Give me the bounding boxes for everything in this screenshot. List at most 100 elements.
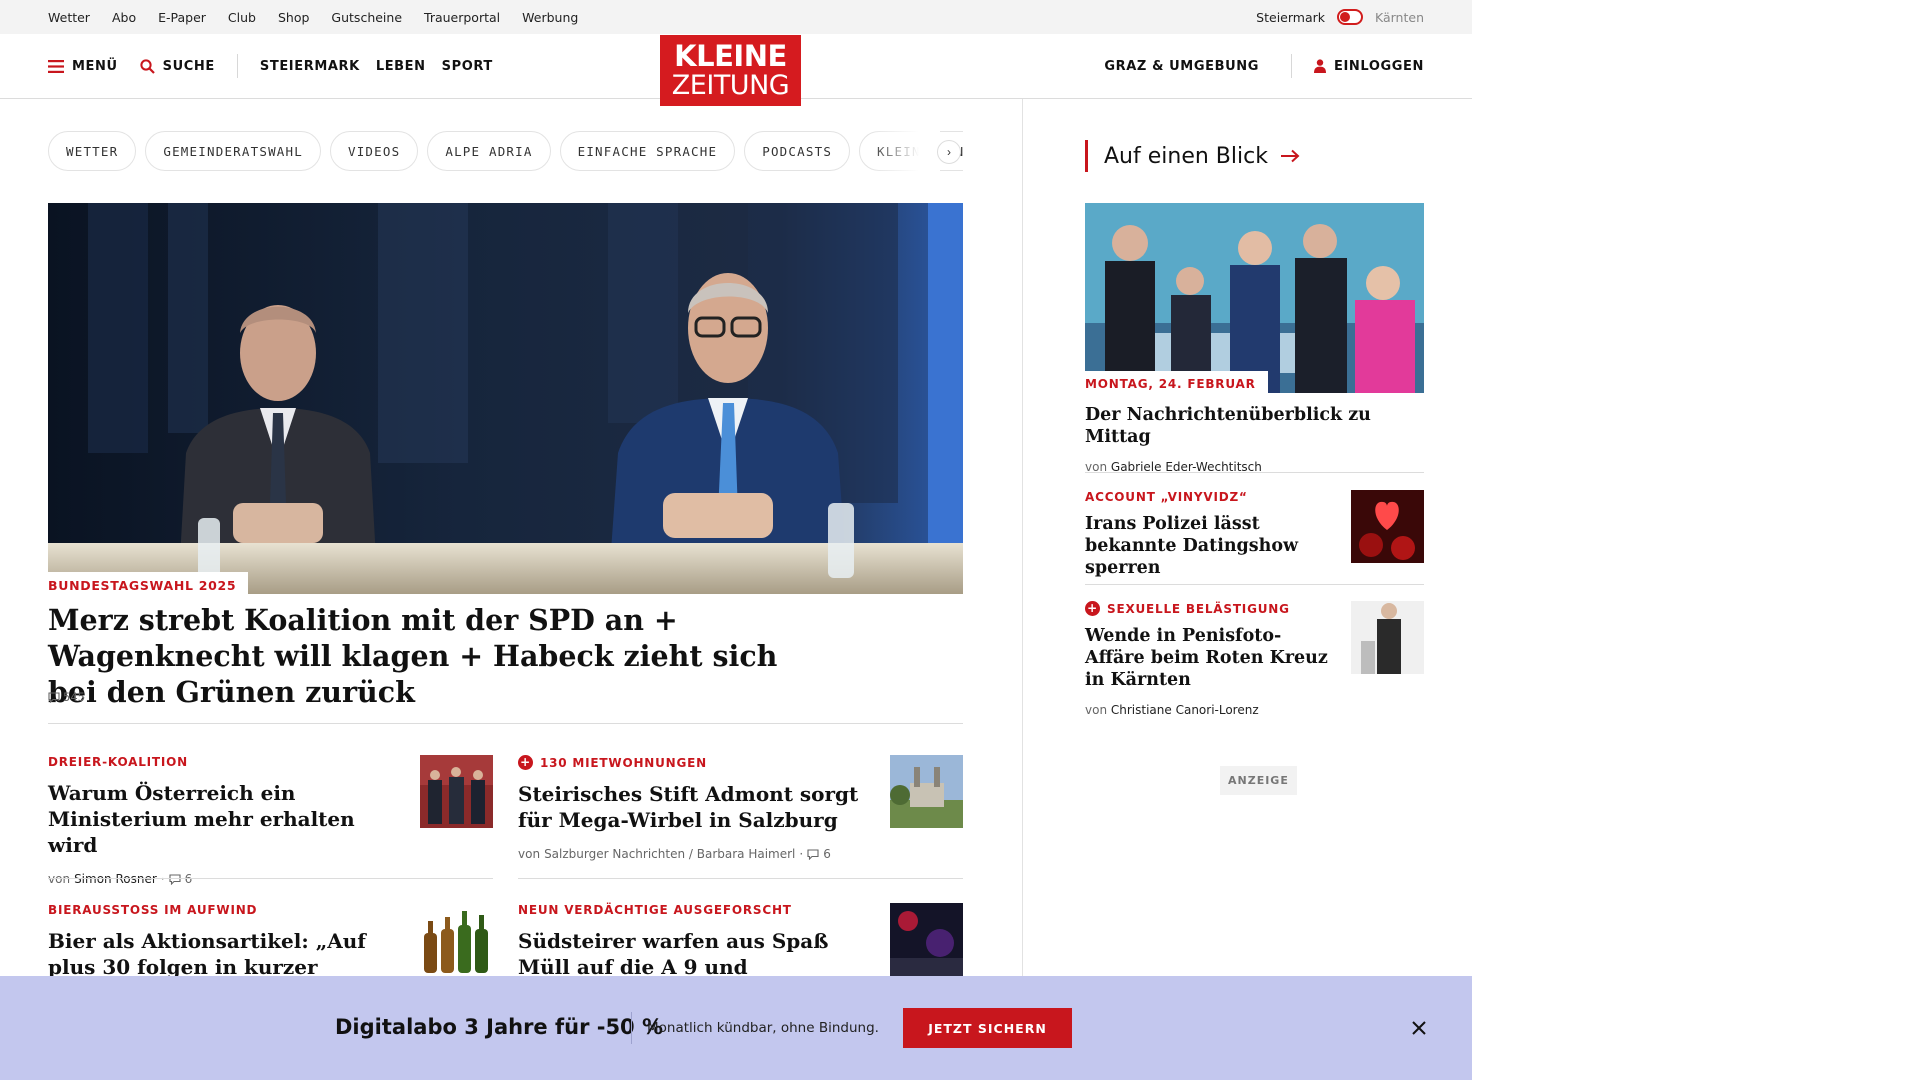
util-link-abo[interactable]: Abo	[112, 10, 136, 25]
promo-close-button[interactable]	[1408, 1017, 1430, 1039]
region-steiermark[interactable]: Steiermark	[1256, 10, 1325, 25]
meta-separator: ·	[160, 872, 165, 886]
logo-line1: KLEINE	[674, 39, 787, 73]
article-author[interactable]: Simon Rosner	[74, 872, 157, 886]
thumbnail-image	[890, 755, 963, 828]
ad-label: ANZEIGE	[1220, 766, 1297, 795]
header-right: GRAZ & UMGEBUNG EINLOGGEN	[1104, 54, 1424, 78]
local-region-link[interactable]: GRAZ & UMGEBUNG	[1104, 59, 1259, 74]
promo-divider	[631, 1012, 632, 1044]
util-link-wetter[interactable]: Wetter	[48, 10, 90, 25]
sidebar-item[interactable]: ACCOUNT „VINYVIDZ“ Irans Polizei lässt b…	[1085, 490, 1424, 579]
comment-icon	[807, 848, 819, 860]
article-card[interactable]: DREIER-KOALITION Warum Österreich ein Mi…	[48, 755, 493, 886]
page-gutter	[1472, 0, 1920, 1080]
sidebar-item-title[interactable]: Wende in Penisfoto-Affäre beim Roten Kre…	[1085, 625, 1335, 691]
util-link-trauerportal[interactable]: Trauerportal	[424, 10, 500, 25]
plus-icon: +	[518, 755, 533, 770]
thumbnail-image	[1351, 601, 1424, 674]
header-divider	[236, 54, 238, 78]
sidebar-item-by: von	[1085, 703, 1108, 717]
util-link-gutscheine[interactable]: Gutscheine	[331, 10, 402, 25]
sidebar-lead-title[interactable]: Der Nachrichtenüberblick zu Mittag	[1085, 404, 1424, 448]
hero-photo-illustration	[48, 203, 963, 594]
plus-icon: +	[1085, 601, 1100, 616]
utility-bar: Wetter Abo E-Paper Club Shop Gutscheine …	[0, 0, 1472, 34]
article-title[interactable]: Warum Österreich ein Ministerium mehr er…	[48, 780, 393, 858]
sidebar-item-title[interactable]: Irans Polizei lässt bekannte Datingshow …	[1085, 513, 1335, 579]
nav-sport[interactable]: SPORT	[442, 59, 493, 74]
hero-headline[interactable]: Merz strebt Koalition mit der SPD an + W…	[48, 602, 808, 710]
article-meta: von Simon Rosner · 6	[48, 872, 493, 886]
article-divider	[518, 878, 963, 879]
article-card[interactable]: NEUN VERDÄCHTIGE AUSGEFORSCHT Südsteirer…	[518, 903, 963, 980]
chip-podcasts[interactable]: PODCASTS	[744, 131, 851, 171]
hero-image[interactable]	[48, 203, 963, 594]
nav-steiermark[interactable]: STEIERMARK	[260, 59, 360, 74]
sidebar-item-thumbnail[interactable]	[1351, 601, 1424, 674]
news-page: Wetter Abo E-Paper Club Shop Gutscheine …	[0, 0, 1472, 1080]
nav-leben[interactable]: LEBEN	[376, 59, 426, 74]
sidebar-item-meta: von Christiane Canori-Lorenz	[1085, 703, 1424, 717]
topic-chips: WETTER GEMEINDERATSWAHL VIDEOS ALPE ADRI…	[48, 131, 963, 171]
sidebar-item-kicker-text: SEXUELLE BELÄSTIGUNG	[1107, 601, 1290, 616]
article-thumbnail[interactable]	[890, 755, 963, 828]
search-button[interactable]: SUCHE	[140, 59, 215, 74]
sidebar-item-thumbnail[interactable]	[1351, 490, 1424, 563]
chip-videos[interactable]: VIDEOS	[329, 131, 419, 171]
hamburger-icon	[48, 59, 64, 73]
article-by: von	[48, 872, 71, 886]
chip-alpe-adria[interactable]: ALPE ADRIA	[427, 131, 551, 171]
article-comment-count: 6	[823, 847, 831, 861]
article-kicker-text: 130 MIETWOHNUNGEN	[540, 755, 708, 770]
promo-cta-button[interactable]: JETZT SICHERN	[903, 1008, 1072, 1048]
promo-subtitle: Monatlich kündbar, ohne Bindung.	[647, 1020, 879, 1036]
article-thumbnail[interactable]	[420, 755, 493, 828]
article-thumbnail[interactable]	[890, 903, 963, 976]
logo-line2: ZEITUNG	[671, 70, 790, 101]
sidebar-divider	[1085, 584, 1424, 585]
article-title[interactable]: Steirisches Stift Admont sorgt für Mega-…	[518, 781, 863, 833]
sidebar-lead-card[interactable]: Der Nachrichtenüberblick zu Mittag von G…	[1085, 404, 1424, 474]
article-card[interactable]: BIERAUSSTOSS IM AUFWIND Bier als Aktions…	[48, 903, 493, 980]
hero-comment-count: 545	[63, 690, 85, 704]
article-thumbnail[interactable]	[420, 903, 493, 976]
hero-comments[interactable]: 545	[48, 690, 85, 704]
article-card[interactable]: + 130 MIETWOHNUNGEN Steirisches Stift Ad…	[518, 755, 963, 861]
search-icon	[140, 58, 155, 74]
thumbnail-image	[890, 903, 963, 976]
article-divider	[48, 878, 493, 879]
sidebar-lead-image[interactable]	[1085, 203, 1424, 393]
chip-einfache-sprache[interactable]: EINFACHE SPRACHE	[559, 131, 736, 171]
sidebar-item-author[interactable]: Christiane Canori-Lorenz	[1111, 703, 1259, 717]
article-title[interactable]: Bier als Aktionsartikel: „Auf plus 30 fo…	[48, 928, 393, 980]
login-label: EINLOGGEN	[1334, 58, 1424, 74]
main-header: MENÜ SUCHE STEIERMARK LEBEN SPORT KLEINE…	[0, 34, 1472, 106]
sidebar-item[interactable]: + SEXUELLE BELÄSTIGUNG Wende in Penisfot…	[1085, 601, 1424, 717]
chip-wetter[interactable]: WETTER	[48, 131, 137, 171]
subscription-banner: Digitalabo 3 Jahre für -50 % Monatlich k…	[0, 976, 1472, 1080]
close-icon	[1412, 1021, 1426, 1035]
region-kaernten[interactable]: Kärnten	[1375, 10, 1424, 25]
thumbnail-image	[420, 755, 493, 828]
chip-gemeinderatswahl[interactable]: GEMEINDERATSWAHL	[145, 131, 321, 171]
util-link-shop[interactable]: Shop	[278, 10, 309, 25]
login-button[interactable]: EINLOGGEN	[1314, 59, 1424, 74]
util-link-club[interactable]: Club	[228, 10, 256, 25]
meta-separator: ·	[799, 847, 804, 861]
util-link-epaper[interactable]: E-Paper	[158, 10, 206, 25]
article-meta: von Salzburger Nachrichten / Barbara Hai…	[518, 847, 963, 861]
comment-icon	[169, 873, 181, 885]
article-comment-count: 6	[184, 872, 193, 886]
article-title[interactable]: Südsteirer warfen aus Spaß Müll auf die …	[518, 928, 863, 980]
util-link-werbung[interactable]: Werbung	[522, 10, 578, 25]
hero-kicker[interactable]: BUNDESTAGSWAHL 2025	[48, 572, 249, 597]
header-divider-right	[1291, 54, 1293, 78]
chips-fade	[870, 131, 940, 171]
article-author[interactable]: Salzburger Nachrichten / Barbara Haimerl	[544, 847, 795, 861]
region-toggle[interactable]	[1337, 9, 1363, 25]
kleine-zeitung-logo[interactable]: KLEINE ZEITUNG	[660, 35, 801, 106]
chips-next-button[interactable]: ›	[937, 140, 961, 164]
menu-button[interactable]: MENÜ	[48, 59, 118, 74]
auf-einen-blick-heading[interactable]: Auf einen Blick	[1085, 140, 1300, 172]
